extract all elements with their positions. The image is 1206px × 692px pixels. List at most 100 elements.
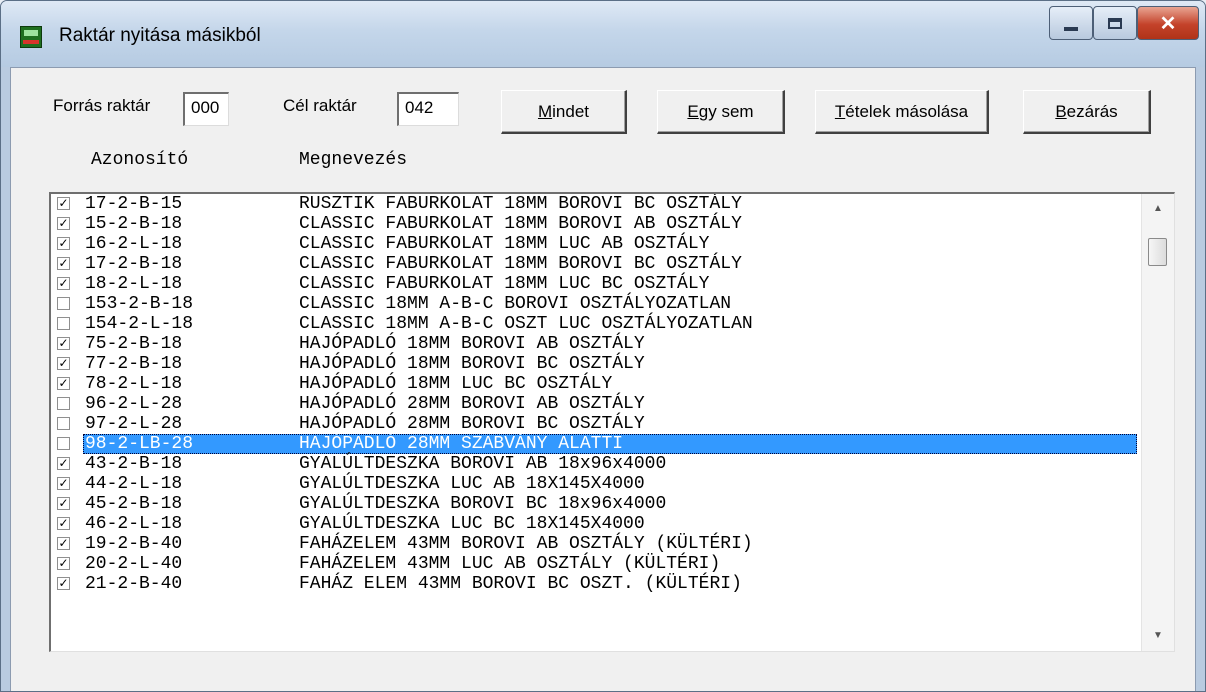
item-checkbox[interactable]: ✓ — [57, 477, 70, 490]
list-item[interactable]: ✓ 21-2-B-40 FAHÁZ ELEM 43MM BOROVI BC OSZT… — [51, 574, 1142, 594]
item-checkbox[interactable]: ✓ — [57, 457, 70, 470]
item-checkbox[interactable]: ✓ — [57, 537, 70, 550]
list-item[interactable]: ✓ 18-2-L-18 CLASSIC FABURKOLAT 18MM LUC BC… — [51, 274, 1142, 294]
item-checkbox[interactable]: ✓ — [57, 277, 70, 290]
copy-items-label: ételek másolása — [845, 101, 969, 121]
item-checkbox[interactable]: ✓ — [57, 257, 70, 270]
list-item[interactable]: ✓ 15-2-B-18 CLASSIC FABURKOLAT 18MM BOROVI… — [51, 214, 1142, 234]
item-checkbox[interactable]: ✓ — [57, 517, 70, 530]
list-item[interactable]: 154-2-L-18 CLASSIC 18MM A-B-C OSZT LUC OS… — [51, 314, 1142, 334]
item-name: CLASSIC FABURKOLAT 18MM BOROVI BC OSZTÁL… — [299, 254, 742, 274]
item-id: 44-2-L-18 — [85, 474, 183, 494]
minimize-button[interactable] — [1049, 6, 1093, 40]
item-name: CLASSIC 18MM A-B-C BOROVI OSZTÁLYOZATLAN — [299, 294, 732, 314]
item-name: CLASSIC 18MM A-B-C OSZT LUC OSZTÁLYOZATL… — [299, 314, 753, 334]
title-bar[interactable]: Raktár nyitása másikból ✕ — [1, 1, 1205, 67]
close-button[interactable]: Bezárás — [1023, 90, 1151, 134]
item-name: HAJÓPADLÓ 18MM BOROVI BC OSZTÁLY — [299, 354, 645, 374]
select-all-button[interactable]: Mindet — [501, 90, 627, 134]
item-checkbox[interactable]: ✓ — [57, 237, 70, 250]
item-id: 78-2-L-18 — [85, 374, 183, 394]
column-header-name: Megnevezés — [299, 150, 408, 170]
list-item[interactable]: ✓ 45-2-B-18 GYALÚLTDESZKA BOROVI BC 18x96x… — [51, 494, 1142, 514]
list-item[interactable]: 153-2-B-18 CLASSIC 18MM A-B-C BOROVI OSZT… — [51, 294, 1142, 314]
list-item[interactable]: ✓ 43-2-B-18 GYALÚLTDESZKA BOROVI AB 18x96x… — [51, 454, 1142, 474]
item-id: 18-2-L-18 — [85, 274, 183, 294]
list-item[interactable]: ✓ 19-2-B-40 FAHÁZELEM 43MM BOROVI AB OSZTÁ… — [51, 534, 1142, 554]
item-name: HAJÓPADLÓ 28MM SZABVÁNY ALATTI — [299, 434, 624, 454]
list-item[interactable]: ✓ 16-2-L-18 CLASSIC FABURKOLAT 18MM LUC AB… — [51, 234, 1142, 254]
item-checkbox[interactable]: ✓ — [57, 357, 70, 370]
item-checkbox[interactable]: ✓ — [57, 497, 70, 510]
item-id: 45-2-B-18 — [85, 494, 183, 514]
source-warehouse-label: Forrás raktár — [53, 96, 151, 115]
item-name: GYALÚLTDESZKA LUC BC 18X145X4000 — [299, 514, 645, 534]
item-name: HAJÓPADLÓ 28MM BOROVI BC OSZTÁLY — [299, 414, 645, 434]
list-item[interactable]: 97-2-L-28 HAJÓPADLÓ 28MM BOROVI BC OSZTÁL… — [51, 414, 1142, 434]
close-icon: ✕ — [1159, 12, 1177, 35]
item-checkbox[interactable]: ✓ — [57, 197, 70, 210]
item-id: 17-2-B-15 — [85, 194, 183, 214]
list-item[interactable]: ✓ 44-2-L-18 GYALÚLTDESZKA LUC AB 18X145X40… — [51, 474, 1142, 494]
maximize-button[interactable] — [1093, 6, 1137, 40]
select-none-label: gy sem — [698, 101, 754, 121]
item-name: FAHÁZELEM 43MM LUC AB OSZTÁLY (KÜLTÉRI) — [299, 554, 721, 574]
select-none-mnemonic: E — [687, 101, 699, 121]
item-checkbox[interactable]: ✓ — [57, 337, 70, 350]
copy-items-mnemonic: T — [834, 101, 846, 121]
item-id: 43-2-B-18 — [85, 454, 183, 474]
item-name: FAHÁZELEM 43MM BOROVI AB OSZTÁLY (KÜLTÉR… — [299, 534, 753, 554]
dialog-window: Raktár nyitása másikból ✕ Forrás raktár … — [0, 0, 1206, 692]
list-item[interactable]: ✓ 17-2-B-15 RUSZTIK FABURKOLAT 18MM BOROVI… — [51, 194, 1142, 214]
minimize-icon — [1064, 27, 1078, 31]
scroll-thumb[interactable] — [1148, 238, 1167, 266]
item-checkbox[interactable]: ✓ — [57, 217, 70, 230]
item-name: CLASSIC FABURKOLAT 18MM LUC AB OSZTÁLY — [299, 234, 710, 254]
select-all-label: indet — [552, 101, 590, 121]
target-warehouse-label: Cél raktár — [283, 96, 357, 115]
list-item[interactable]: 98-2-LB-28 HAJÓPADLÓ 28MM SZABVÁNY ALATTI — [51, 434, 1142, 454]
app-icon — [20, 26, 42, 48]
list-item[interactable]: ✓ 17-2-B-18 CLASSIC FABURKOLAT 18MM BOROVI… — [51, 254, 1142, 274]
item-checkbox[interactable]: ✓ — [57, 377, 70, 390]
maximize-icon — [1108, 17, 1122, 29]
item-checkbox[interactable]: ✓ — [57, 577, 70, 590]
item-name: RUSZTIK FABURKOLAT 18MM BOROVI BC OSZTÁL… — [299, 194, 742, 214]
list-item[interactable]: ✓ 77-2-B-18 HAJÓPADLÓ 18MM BOROVI BC OSZTÁ… — [51, 354, 1142, 374]
item-name: GYALÚLTDESZKA BOROVI AB 18x96x4000 — [299, 454, 667, 474]
item-id: 17-2-B-18 — [85, 254, 183, 274]
item-checkbox[interactable] — [57, 297, 70, 310]
copy-items-button[interactable]: Tételek másolása — [815, 90, 989, 134]
item-checkbox[interactable] — [57, 437, 70, 450]
list-item[interactable]: ✓ 46-2-L-18 GYALÚLTDESZKA LUC BC 18X145X40… — [51, 514, 1142, 534]
window-title: Raktár nyitása másikból — [59, 25, 261, 46]
scroll-down-icon[interactable]: ▼ — [1142, 625, 1174, 647]
dialog-client-area: Forrás raktár 000 Cél raktár 042 Mindet … — [10, 67, 1196, 691]
vertical-scrollbar[interactable]: ▲ ▼ — [1141, 194, 1174, 651]
close-window-button[interactable]: ✕ — [1137, 6, 1199, 40]
list-item[interactable]: ✓ 20-2-L-40 FAHÁZELEM 43MM LUC AB OSZTÁLY … — [51, 554, 1142, 574]
select-none-button[interactable]: Egy sem — [657, 90, 785, 134]
item-list[interactable]: ✓ 17-2-B-15 RUSZTIK FABURKOLAT 18MM BOROVI… — [49, 192, 1175, 652]
item-name: FAHÁZ ELEM 43MM BOROVI BC OSZT. (KÜLTÉRI… — [299, 574, 742, 594]
list-item[interactable]: 96-2-L-28 HAJÓPADLÓ 28MM BOROVI AB OSZTÁL… — [51, 394, 1142, 414]
scroll-up-icon[interactable]: ▲ — [1142, 198, 1174, 220]
item-checkbox[interactable] — [57, 417, 70, 430]
list-item[interactable]: ✓ 78-2-L-18 HAJÓPADLÓ 18MM LUC BC OSZTÁLY — [51, 374, 1142, 394]
list-item[interactable]: ✓ 75-2-B-18 HAJÓPADLÓ 18MM BOROVI AB OSZTÁ… — [51, 334, 1142, 354]
target-warehouse-input[interactable]: 042 — [397, 92, 459, 126]
item-name: CLASSIC FABURKOLAT 18MM BOROVI AB OSZTÁL… — [299, 214, 742, 234]
item-id: 96-2-L-28 — [85, 394, 183, 414]
select-all-mnemonic: M — [537, 101, 553, 121]
item-id: 15-2-B-18 — [85, 214, 183, 234]
item-name: HAJÓPADLÓ 18MM LUC BC OSZTÁLY — [299, 374, 613, 394]
item-id: 77-2-B-18 — [85, 354, 183, 374]
item-id: 20-2-L-40 — [85, 554, 183, 574]
item-id: 98-2-LB-28 — [85, 434, 194, 454]
item-name: CLASSIC FABURKOLAT 18MM LUC BC OSZTÁLY — [299, 274, 710, 294]
source-warehouse-input[interactable]: 000 — [183, 92, 229, 126]
item-checkbox[interactable] — [57, 317, 70, 330]
item-checkbox[interactable]: ✓ — [57, 557, 70, 570]
item-id: 154-2-L-18 — [85, 314, 194, 334]
item-checkbox[interactable] — [57, 397, 70, 410]
